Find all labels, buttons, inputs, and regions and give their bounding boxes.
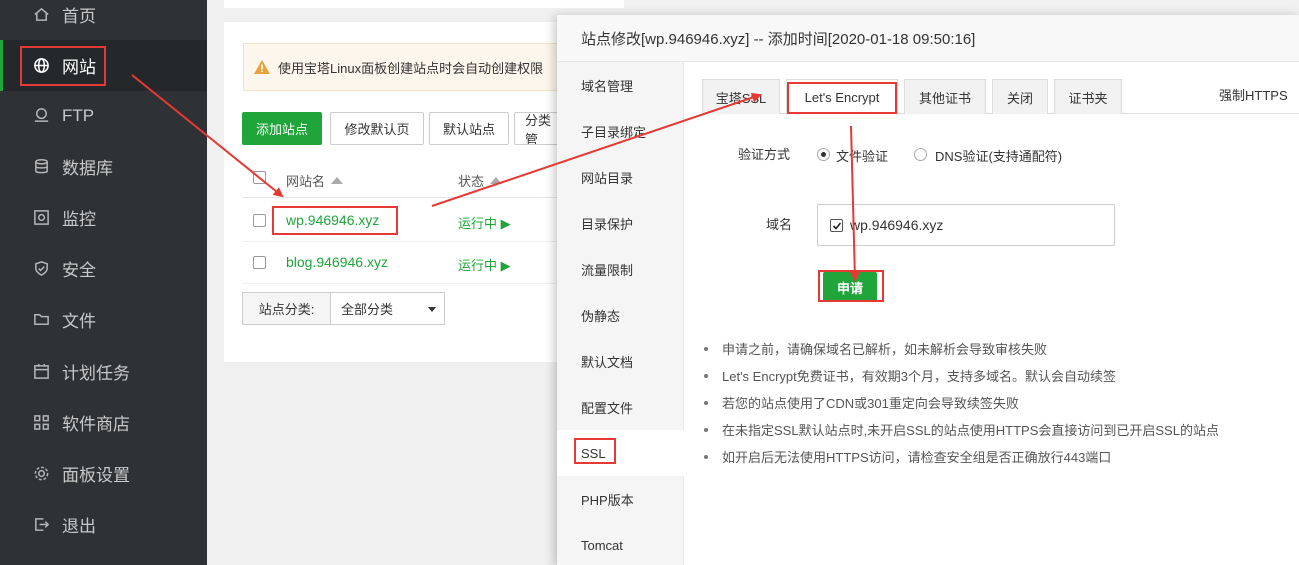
sidebar-item-label: 监控 (62, 210, 96, 229)
sidebar-item-label: 安全 (62, 261, 96, 280)
grid-icon (32, 414, 50, 432)
tab-bt-ssl[interactable]: 宝塔SSL (702, 79, 780, 114)
modal-title: 站点修改[wp.946946.xyz] -- 添加时间[2020-01-18 0… (557, 15, 1299, 62)
sidebar-item-label: 首页 (62, 7, 96, 26)
radio-file-verify-label[interactable]: 文件验证 (836, 146, 888, 165)
warning-text: 使用宝塔Linux面板创建站点时会自动创建权限 (278, 60, 544, 76)
sidebar-item-label: 计划任务 (62, 364, 130, 383)
sidebar-item-database[interactable]: 数据库 (0, 141, 207, 192)
sort-asc-icon (331, 177, 344, 184)
radio-file-verify[interactable] (817, 148, 830, 161)
bullet-icon (704, 427, 708, 432)
check-icon (832, 222, 842, 230)
top-panel-strip (224, 0, 624, 8)
sort-asc-icon (490, 177, 503, 184)
list-item: 申请之前，请确保域名已解析，如未解析会导致审核失败 (704, 335, 1284, 362)
sidebar-item-label: 面板设置 (62, 466, 130, 485)
highlight-box-site (272, 206, 398, 235)
category-filter: 站点分类: 全部分类 (242, 292, 445, 325)
sidebar-item-label: 退出 (62, 517, 96, 536)
list-item: 在未指定SSL默认站点时,未开启SSL的站点使用HTTPS会直接访问到已开启SS… (704, 416, 1284, 443)
side-item-domain[interactable]: 域名管理 (557, 62, 684, 108)
calendar-icon (32, 363, 50, 381)
side-item-tomcat[interactable]: Tomcat (557, 522, 684, 565)
sidebar-item-files[interactable]: 文件 (0, 294, 207, 345)
category-select[interactable]: 全部分类 (331, 293, 444, 324)
side-item-default-doc[interactable]: 默认文档 (557, 338, 684, 384)
home-icon (32, 6, 50, 24)
tab-cert-folder[interactable]: 证书夹 (1054, 79, 1122, 114)
list-item: 如开启后无法使用HTTPS访问，请检查安全组是否正确放行443端口 (704, 443, 1284, 470)
side-item-traffic-limit[interactable]: 流量限制 (557, 246, 684, 292)
domain-list-box: wp.946946.xyz (817, 204, 1115, 246)
status-running[interactable]: 运行中 ▶ (458, 213, 511, 232)
default-site-button[interactable]: 默认站点 (429, 112, 509, 145)
ftp-icon (32, 107, 50, 125)
select-all-checkbox[interactable] (253, 171, 266, 184)
sidebar-item-security[interactable]: 安全 (0, 243, 207, 294)
row-checkbox[interactable] (253, 214, 266, 227)
highlight-box-website (20, 46, 106, 86)
sidebar-item-tasks[interactable]: 计划任务 (0, 346, 207, 397)
tab-other-cert[interactable]: 其他证书 (904, 79, 986, 114)
category-select-value: 全部分类 (341, 302, 394, 317)
verify-method-label: 验证方式 (738, 147, 791, 162)
sidebar-item-label: FTP (62, 105, 95, 125)
sidebar-item-home[interactable]: 首页 (0, 0, 207, 40)
tab-close[interactable]: 关闭 (992, 79, 1048, 114)
list-item: 若您的站点使用了CDN或301重定向会导致续签失败 (704, 389, 1284, 416)
sidebar-item-store[interactable]: 软件商店 (0, 397, 207, 448)
shield-icon (32, 260, 50, 278)
row-checkbox[interactable] (253, 256, 266, 269)
sidebar-item-label: 数据库 (62, 159, 113, 178)
logout-icon (32, 516, 50, 534)
chevron-down-icon (428, 307, 436, 312)
status-running[interactable]: 运行中 ▶ (458, 255, 511, 274)
side-item-subdir[interactable]: 子目录绑定 (557, 108, 684, 154)
column-header-status[interactable]: 状态 (458, 171, 503, 190)
modal-side-menu: 域名管理 子目录绑定 网站目录 目录保护 流量限制 伪静态 默认文档 配置文件 … (557, 62, 684, 565)
sidebar-item-settings[interactable]: 面板设置 (0, 448, 207, 499)
side-item-dir-protect[interactable]: 目录保护 (557, 200, 684, 246)
site-edit-modal: 站点修改[wp.946946.xyz] -- 添加时间[2020-01-18 0… (557, 15, 1299, 565)
domain-label: 域名 (766, 217, 793, 232)
warning-icon (254, 60, 270, 74)
list-item: Let's Encrypt免费证书，有效期3个月，支持多域名。默认会自动续签 (704, 362, 1284, 389)
notes-list: 申请之前，请确保域名已解析，如未解析会导致审核失败 Let's Encrypt免… (704, 335, 1284, 470)
sidebar-item-logout[interactable]: 退出 (0, 499, 207, 550)
highlight-box-apply (818, 270, 884, 302)
category-button[interactable]: 分类管 (514, 112, 558, 145)
bullet-icon (704, 373, 708, 378)
sidebar-item-monitor[interactable]: 监控 (0, 192, 207, 243)
column-header-name[interactable]: 网站名 (286, 171, 344, 190)
gear-icon (32, 465, 50, 483)
domain-checkbox[interactable] (830, 219, 843, 232)
bullet-icon (704, 400, 708, 405)
edit-default-page-button[interactable]: 修改默认页 (330, 112, 424, 145)
folder-icon (32, 311, 50, 329)
monitor-icon (32, 209, 50, 227)
site-name-link[interactable]: blog.946946.xyz (286, 254, 388, 270)
add-site-button[interactable]: 添加站点 (242, 112, 322, 145)
sidebar-item-label: 文件 (62, 312, 96, 331)
side-item-rewrite[interactable]: 伪静态 (557, 292, 684, 338)
radio-dns-verify[interactable] (914, 148, 927, 161)
bullet-icon (704, 454, 708, 459)
force-https-toggle[interactable]: 强制HTTPS (1219, 85, 1288, 104)
database-icon (32, 158, 50, 176)
sidebar-item-ftp[interactable]: FTP (0, 90, 207, 141)
side-item-site-dir[interactable]: 网站目录 (557, 154, 684, 200)
highlight-box-ssl (574, 438, 616, 464)
sidebar-item-label: 软件商店 (62, 415, 130, 434)
radio-dns-verify-label[interactable]: DNS验证(支持通配符) (935, 146, 1062, 165)
bullet-icon (704, 346, 708, 351)
filter-label: 站点分类: (243, 293, 331, 324)
domain-item-label[interactable]: wp.946946.xyz (850, 217, 943, 233)
highlight-box-lets-encrypt (787, 82, 897, 114)
side-item-php[interactable]: PHP版本 (557, 476, 684, 522)
side-item-config[interactable]: 配置文件 (557, 384, 684, 430)
